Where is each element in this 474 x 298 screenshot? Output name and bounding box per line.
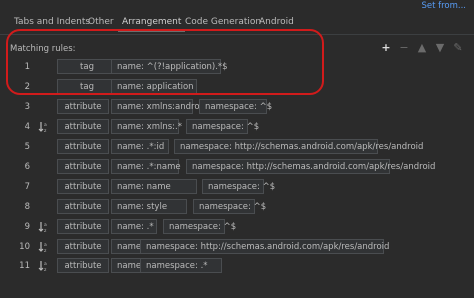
- rule-name-chip: name: xmlns:.*: [111, 119, 182, 134]
- add-rule-button[interactable]: +: [380, 41, 392, 54]
- rule-row[interactable]: 10 a z attribute name: .* namespace: http://s…: [0, 238, 474, 258]
- rule-row[interactable]: 8 attribute name: style namespace: ^$: [0, 198, 474, 218]
- svg-text:a: a: [44, 243, 47, 248]
- rule-name-chip: name: .*:name: [111, 159, 181, 174]
- rule-namespace-chip: namespace: ^$: [202, 179, 275, 194]
- tab-other[interactable]: Other: [84, 17, 118, 27]
- rule-row[interactable]: 1 tag name: ^(?!application).*$: [0, 58, 474, 78]
- rule-kind-chip: attribute: [57, 199, 109, 214]
- rule-namespace-chip: namespace: ^$: [199, 99, 272, 114]
- rule-kind-chip: attribute: [57, 258, 109, 273]
- svg-text:z: z: [44, 249, 47, 253]
- svg-text:z: z: [44, 268, 47, 272]
- rule-row[interactable]: 3 attribute name: xmlns:android namespace: …: [0, 98, 474, 118]
- rule-name-chip: name: xmlns:android: [111, 99, 207, 114]
- rule-row[interactable]: 2 tag name: application: [0, 78, 474, 98]
- rule-index: 5: [24, 142, 30, 152]
- rule-index: 4: [24, 122, 30, 132]
- move-down-button[interactable]: ▼: [434, 41, 446, 54]
- rule-index: 2: [24, 82, 30, 92]
- tab-android[interactable]: Android: [255, 17, 298, 27]
- rule-row[interactable]: 4 a z attribute name: xmlns:.* namespace: ^$: [0, 118, 474, 138]
- rule-name-chip: name: style: [111, 199, 187, 214]
- edit-rule-button[interactable]: ✎: [452, 41, 464, 54]
- sort-alphabetical-icon: az: [38, 221, 50, 234]
- rule-row[interactable]: 5 attribute name: .*:id namespace: http://s…: [0, 138, 474, 158]
- rule-index: 11: [19, 261, 30, 271]
- rule-namespace-chip: namespace: ^$: [163, 219, 236, 234]
- rule-index: 1: [24, 62, 30, 72]
- svg-text:a: a: [44, 123, 47, 128]
- rule-row[interactable]: 7 attribute name: name namespace: ^$: [0, 178, 474, 198]
- rule-kind-chip: attribute: [57, 139, 109, 154]
- rule-kind-chip: attribute: [57, 219, 109, 234]
- rule-namespace-chip: namespace: http://schemas.android.com/ap…: [140, 239, 389, 254]
- svg-text:a: a: [44, 223, 47, 228]
- rule-kind-chip: attribute: [57, 119, 109, 134]
- rule-index: 8: [24, 202, 30, 212]
- rule-kind-chip: tag: [57, 79, 117, 94]
- rule-namespace-chip: namespace: http://schemas.android.com/ap…: [174, 139, 423, 154]
- sort-alphabetical-icon: az: [38, 121, 50, 134]
- move-up-button[interactable]: ▲: [416, 41, 428, 54]
- rule-kind-chip: attribute: [57, 179, 109, 194]
- sort-alphabetical-icon: az: [38, 241, 50, 254]
- rule-row[interactable]: 6 attribute name: .*:name namespace: http:/…: [0, 158, 474, 178]
- rule-name-chip: name: ^(?!application).*$: [111, 59, 228, 74]
- svg-text:z: z: [44, 129, 47, 133]
- tab-tabs-and-indents[interactable]: Tabs and Indents: [10, 17, 94, 27]
- top-bar: Set from...: [0, 0, 474, 12]
- rule-namespace-chip: namespace: ^$: [193, 199, 266, 214]
- rule-kind-chip: attribute: [57, 99, 109, 114]
- settings-tabs: Tabs and Indents Other Arrangement Code …: [0, 14, 474, 35]
- svg-text:z: z: [44, 229, 47, 233]
- sort-alphabetical-icon: az: [38, 260, 50, 273]
- rule-row[interactable]: 11 a z attribute name: .* namespace: .*: [0, 257, 474, 277]
- rules-toolbar: + − ▲ ▼ ✎: [380, 41, 464, 54]
- rule-namespace-chip: namespace: http://schemas.android.com/ap…: [186, 159, 435, 174]
- rule-index: 7: [24, 182, 30, 192]
- rule-kind-chip: attribute: [57, 159, 109, 174]
- rule-row[interactable]: 9 a z attribute name: .* namespace: ^$: [0, 218, 474, 238]
- rule-index: 9: [24, 222, 30, 232]
- rule-name-chip: name: name: [111, 179, 197, 194]
- rule-name-chip: name: .*:id: [111, 139, 169, 154]
- tab-code-generation[interactable]: Code Generation: [181, 17, 265, 27]
- rule-index: 3: [24, 102, 30, 112]
- tab-arrangement[interactable]: Arrangement: [118, 17, 186, 32]
- rule-name-chip: name: application: [111, 79, 197, 94]
- rule-name-chip: name: .*: [111, 219, 157, 234]
- remove-rule-button[interactable]: −: [398, 41, 410, 54]
- rule-kind-chip: tag: [57, 59, 117, 74]
- rule-namespace-chip: namespace: .*: [140, 258, 222, 273]
- rule-index: 10: [19, 242, 30, 252]
- rule-namespace-chip: namespace: ^$: [186, 119, 259, 134]
- rule-index: 6: [24, 162, 30, 172]
- set-from-link[interactable]: Set from...: [421, 1, 466, 11]
- rule-kind-chip: attribute: [57, 239, 109, 254]
- matching-rules-title: Matching rules:: [10, 44, 76, 54]
- svg-text:a: a: [44, 262, 47, 267]
